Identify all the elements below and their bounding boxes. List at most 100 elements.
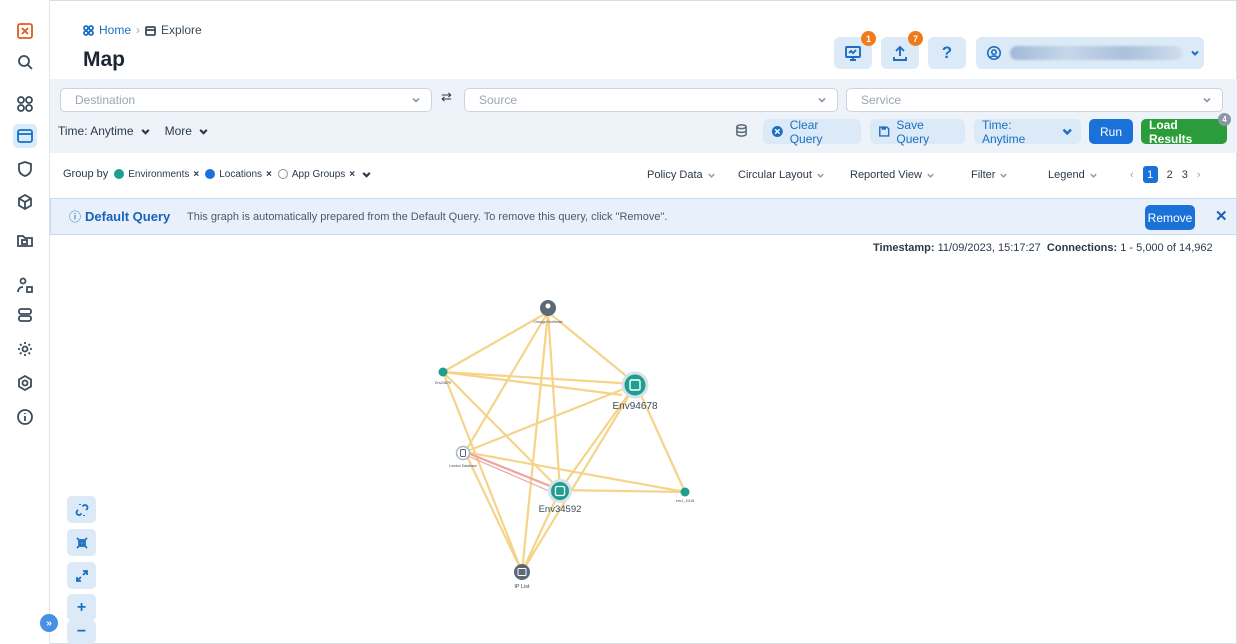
breadcrumb-separator: › xyxy=(136,23,141,37)
user-name-redacted xyxy=(1010,46,1182,60)
load-results-badge: 4 xyxy=(1218,113,1231,126)
chevron-down-icon xyxy=(1062,128,1072,136)
chevron-down-icon xyxy=(1000,173,1008,178)
menu-label: Filter xyxy=(971,169,996,181)
user-avatar-icon xyxy=(986,45,1002,61)
close-icon[interactable]: × xyxy=(349,169,355,180)
legend-menu[interactable]: Legend xyxy=(1048,169,1098,181)
clear-icon xyxy=(771,126,783,137)
close-icon[interactable]: × xyxy=(193,169,199,180)
destination-placeholder: Destination xyxy=(75,93,136,107)
search-icon[interactable] xyxy=(13,50,37,74)
chip-environments[interactable]: Environments × xyxy=(114,169,199,180)
fullscreen-button[interactable] xyxy=(67,562,96,589)
environment-icon xyxy=(114,169,125,179)
next-page-icon[interactable]: › xyxy=(1197,169,1201,181)
fit-to-screen-button[interactable] xyxy=(67,529,96,556)
info-icon[interactable] xyxy=(13,405,37,429)
remove-button[interactable]: Remove xyxy=(1145,205,1195,230)
time-label: Time: Anytime xyxy=(58,124,134,138)
home-icon xyxy=(83,24,94,36)
page-3[interactable]: 3 xyxy=(1182,169,1188,181)
folder-icon[interactable] xyxy=(13,228,37,252)
breadcrumb-home[interactable]: Home xyxy=(99,23,131,37)
filter-menu[interactable]: Filter xyxy=(971,169,1008,181)
service-placeholder: Service xyxy=(861,93,902,107)
time-anytime-button[interactable]: Time: Anytime xyxy=(974,117,1081,146)
page-2[interactable]: 2 xyxy=(1167,169,1173,181)
time-button-label: Time: Anytime xyxy=(982,117,1026,146)
app-group-icon xyxy=(277,169,288,179)
page-1[interactable]: 1 xyxy=(1142,166,1158,183)
explore-icon[interactable] xyxy=(13,124,37,148)
result-stats: Timestamp: 11/09/2023, 15:17:27 Connecti… xyxy=(873,242,1213,254)
chevron-down-icon xyxy=(199,128,208,135)
app-logo-icon[interactable] xyxy=(13,19,37,43)
servers-icon[interactable] xyxy=(13,303,37,327)
node-ip-list[interactable]: IP List xyxy=(514,564,530,590)
chevron-down-icon xyxy=(412,97,420,103)
node-label: Env24879 xyxy=(435,381,451,385)
admin-settings-icon[interactable] xyxy=(13,371,37,395)
upload-button[interactable]: 7 xyxy=(881,31,923,69)
settings-icon[interactable] xyxy=(13,337,37,361)
left-nav-rail xyxy=(0,0,50,644)
chip-app-groups[interactable]: App Groups × xyxy=(277,168,355,180)
group-by-label: Group by xyxy=(63,168,109,180)
source-select[interactable]: Source xyxy=(464,88,838,112)
dashboard-icon[interactable] xyxy=(13,92,37,116)
upload-icon xyxy=(893,45,907,61)
page-title: Map xyxy=(83,48,125,71)
cube-icon[interactable] xyxy=(13,190,37,214)
time-filter-row: Time: Anytime More xyxy=(58,124,209,138)
menu-label: Legend xyxy=(1048,169,1085,181)
database-icon[interactable] xyxy=(735,124,748,142)
chevron-down-icon xyxy=(1203,97,1211,103)
node-label: London Database xyxy=(449,464,477,468)
upload-badge: 7 xyxy=(908,31,923,46)
chevron-down-icon xyxy=(707,173,715,178)
clear-query-button[interactable]: Clear Query xyxy=(763,118,861,146)
more-toggle[interactable]: More xyxy=(165,124,209,138)
chip-label: App Groups xyxy=(291,168,346,180)
chevron-down-icon[interactable] xyxy=(361,169,372,180)
chevron-down-icon xyxy=(141,128,150,135)
reported-view-menu[interactable]: Reported View xyxy=(850,169,935,181)
expand-rail-button[interactable]: » xyxy=(40,614,58,632)
chip-locations[interactable]: Locations × xyxy=(205,169,272,180)
close-icon[interactable]: ✕ xyxy=(1215,207,1228,225)
node-label: Chicago Northeast xyxy=(534,320,563,324)
breadcrumb-current: Explore xyxy=(161,23,202,37)
policy-data-menu[interactable]: Policy Data xyxy=(647,169,716,181)
menu-label: Policy Data xyxy=(647,169,703,181)
monitor-icon xyxy=(845,46,861,61)
shield-icon[interactable] xyxy=(13,157,37,181)
user-menu[interactable] xyxy=(976,37,1204,69)
chevron-down-icon xyxy=(1191,50,1199,56)
service-select[interactable]: Service xyxy=(846,88,1223,112)
notifications-button[interactable]: 1 xyxy=(834,31,876,69)
close-icon[interactable]: × xyxy=(266,169,272,180)
users-icon[interactable] xyxy=(13,273,37,297)
unlink-icon xyxy=(75,503,88,516)
save-query-button[interactable]: Save Query xyxy=(870,118,965,146)
load-results-label: Load Results xyxy=(1149,117,1193,146)
group-by-row: Group by Environments × Locations × App … xyxy=(63,168,372,180)
run-button[interactable]: Run xyxy=(1089,119,1133,144)
expand-icon xyxy=(75,569,88,582)
reset-layout-button[interactable] xyxy=(67,496,96,523)
chip-label: Environments xyxy=(128,168,190,180)
circular-layout-menu[interactable]: Circular Layout xyxy=(738,169,825,181)
help-button[interactable]: ? xyxy=(928,37,966,69)
destination-select[interactable]: Destination xyxy=(60,88,432,112)
location-icon xyxy=(205,169,216,179)
zoom-out-button[interactable]: − xyxy=(67,620,96,644)
load-results-button[interactable]: Load Results 4 xyxy=(1141,113,1231,146)
swap-icon[interactable]: ⇄ xyxy=(441,89,452,105)
zoom-in-button[interactable]: + xyxy=(67,594,96,621)
collapse-icon xyxy=(75,536,88,549)
banner-title: Default Query xyxy=(85,209,171,224)
prev-page-icon[interactable]: ‹ xyxy=(1130,169,1134,181)
time-anytime-toggle[interactable]: Time: Anytime xyxy=(58,124,151,138)
banner-description: This graph is automatically prepared fro… xyxy=(187,210,668,223)
